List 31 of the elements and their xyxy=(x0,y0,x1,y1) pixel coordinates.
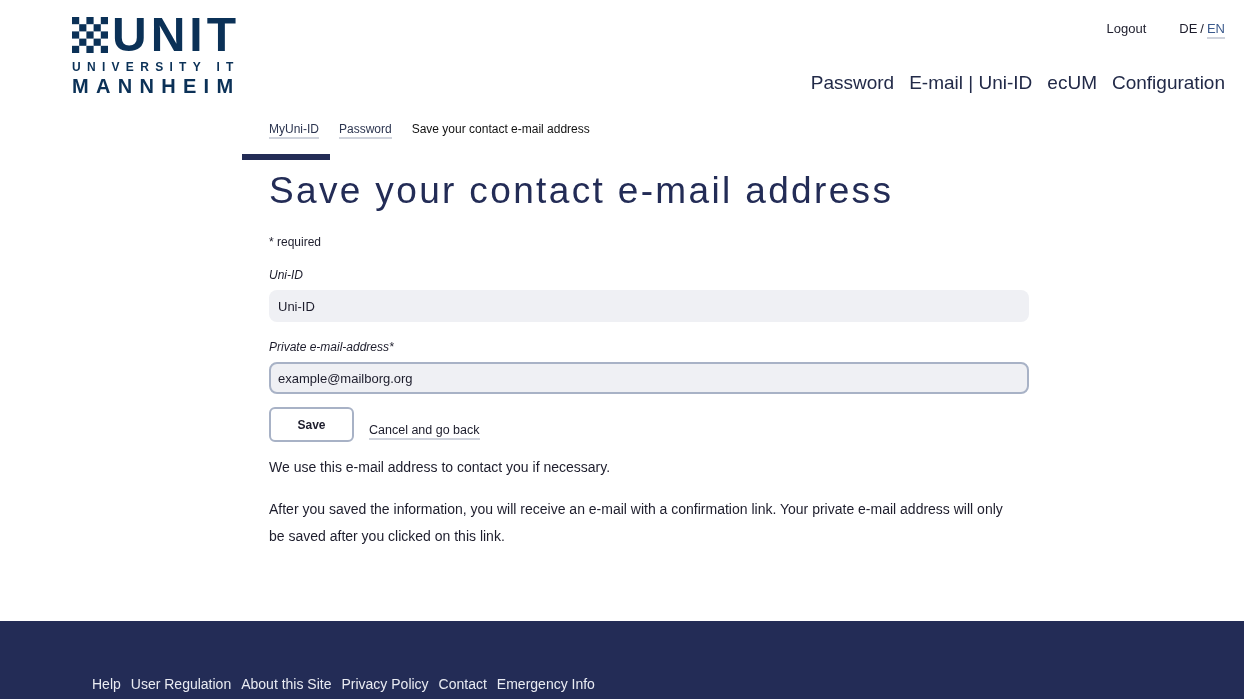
field-label: Private e-mail-address* xyxy=(269,339,395,355)
footer-link[interactable]: About this Site xyxy=(241,675,332,693)
language-link[interactable]: EN xyxy=(1206,21,1225,39)
footer-link[interactable]: Emergency Info xyxy=(496,675,595,693)
breadcrumb-link[interactable]: Password xyxy=(339,122,392,139)
page-title: Save your contact e-mail address xyxy=(269,169,895,213)
nav-link[interactable]: Configuration xyxy=(1111,72,1225,94)
nav-link[interactable]: Password xyxy=(810,72,895,94)
breadcrumb-link[interactable]: MyUni-ID xyxy=(269,122,319,139)
required-note: * required xyxy=(269,234,323,250)
footer-link[interactable]: User Regulation xyxy=(130,675,232,693)
nav-link[interactable]: E-mail | Uni-ID xyxy=(909,72,1033,94)
language-link[interactable]: DE xyxy=(1179,21,1198,37)
nav-link[interactable]: ecUM xyxy=(1047,72,1097,94)
info-paragraph: We use this e-mail address to contact you if necessary. xyxy=(269,458,612,477)
breadcrumb-current: Save your contact e-mail address xyxy=(411,122,590,138)
input-field[interactable]: Uni-ID xyxy=(269,290,1029,322)
footer-link[interactable]: Contact xyxy=(438,675,487,693)
save-button[interactable]: Save xyxy=(269,407,354,442)
language-separator: / xyxy=(1200,21,1204,36)
field-label: Uni-ID xyxy=(269,267,304,283)
footer-link[interactable]: Privacy Policy xyxy=(341,675,429,693)
logo-place-name: MANNHEIM xyxy=(72,77,241,95)
cancel-link[interactable]: Cancel and go back xyxy=(369,423,480,440)
logo-subtitle: UNIVERSITY IT xyxy=(72,61,240,74)
checker-logo-icon xyxy=(72,17,108,53)
input-field[interactable]: example@mailborg.org xyxy=(269,362,1029,394)
logo-wordmark: UNIT xyxy=(112,17,240,53)
info-paragraph: After you saved the information, you will receive an e-mail with a confirmation link. Your private e-mail address will only be saved after you clicked on this link. xyxy=(269,500,1004,546)
footer-link[interactable]: Help xyxy=(92,675,121,693)
logout-link[interactable]: Logout xyxy=(1106,21,1147,36)
